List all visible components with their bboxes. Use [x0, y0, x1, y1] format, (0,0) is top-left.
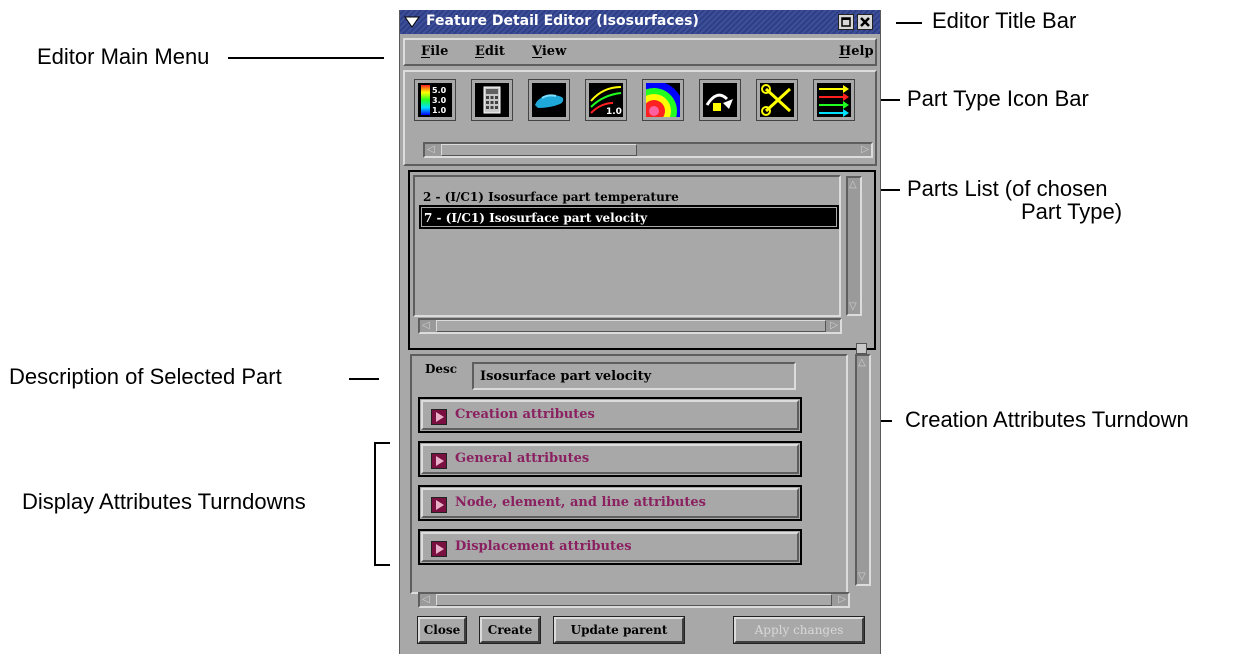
callout-line-icon-bar [880, 99, 900, 101]
close-button[interactable]: Close [417, 616, 467, 644]
scissors-clip-icon[interactable] [756, 79, 798, 121]
editor-main-menu: File Edit View Help [403, 38, 877, 66]
callout-part-type-icon-bar: Part Type Icon Bar [907, 86, 1089, 111]
attributes-hscrollbar[interactable]: ◁ ▷ [418, 592, 850, 608]
feature-detail-editor-window: Feature Detail Editor (Isosurfaces) File… [399, 10, 881, 654]
turndown-arrow-icon [431, 453, 447, 469]
menu-file-underline [421, 57, 430, 58]
window-menu-chevron-icon[interactable] [404, 16, 420, 28]
isosurface-arrow-icon[interactable] [699, 79, 741, 121]
callout-line-main-menu [228, 57, 384, 59]
turndown-arrow-icon [431, 497, 447, 513]
callout-creation-attributes-turndown: Creation Attributes Turndown [905, 407, 1189, 432]
attributes-vscrollbar[interactable]: △ ▽ [855, 354, 871, 586]
scroll-right-arrow-icon[interactable]: ▷ [830, 320, 838, 332]
attributes-scroll-thumb[interactable] [436, 594, 832, 606]
parts-list-vscrollbar[interactable]: △ ▽ [846, 176, 862, 316]
window-title: Feature Detail Editor (Isosurfaces) [426, 13, 699, 29]
turndown-label: Displacement attributes [455, 539, 632, 554]
general-attributes-turndown[interactable]: General attributes [418, 441, 802, 477]
car-model-icon[interactable] [528, 79, 570, 121]
callout-bracket-bottom [374, 564, 390, 566]
turndown-label: Creation attributes [455, 407, 595, 422]
turndown-frame: Displacement attributes [421, 532, 799, 562]
callout-editor-title-bar: Editor Title Bar [932, 8, 1077, 33]
callout-line-title-bar [896, 22, 922, 24]
close-icon [860, 17, 870, 27]
legend-value-low: 1.0 [432, 106, 447, 115]
menu-view-underline [532, 57, 542, 58]
attributes-panel-resize-handle[interactable] [856, 343, 867, 354]
menu-help-underline [839, 57, 849, 58]
scroll-left-arrow-icon[interactable]: ◁ [427, 144, 435, 156]
line-plot-icon[interactable]: 1.0 [585, 79, 627, 121]
update-parent-button[interactable]: Update parent [553, 616, 685, 644]
menu-edit-underline [475, 57, 484, 58]
turndown-frame: Creation attributes [421, 400, 799, 430]
node-element-line-attributes-turndown[interactable]: Node, element, and line attributes [418, 485, 802, 521]
streamline-icon[interactable] [813, 79, 855, 121]
parts-list-scroll-thumb[interactable] [436, 320, 826, 332]
turndown-frame: Node, element, and line attributes [421, 488, 799, 518]
callout-bracket-top [374, 442, 390, 444]
callout-description-selected-part: Description of Selected Part [9, 364, 282, 389]
callout-display-attributes-turndowns: Display Attributes Turndowns [22, 489, 306, 514]
calculator-icon[interactable] [471, 79, 513, 121]
scroll-up-arrow-icon[interactable]: △ [858, 357, 866, 369]
parts-list: 2 - (I/C1) Isosurface part temperature 7… [413, 175, 841, 317]
creation-attributes-turndown[interactable]: Creation attributes [418, 397, 802, 433]
scroll-right-arrow-icon[interactable]: ▷ [861, 144, 869, 156]
displacement-attributes-turndown[interactable]: Displacement attributes [418, 529, 802, 565]
callout-parts-list-line1: Parts List (of chosen [907, 176, 1108, 201]
callout-bracket-vertical [374, 442, 376, 566]
maximize-button[interactable] [838, 14, 854, 30]
turndown-arrow-icon [431, 541, 447, 557]
color-legend-icon[interactable]: 5.0 3.0 1.0 [414, 79, 456, 121]
turndown-label: Node, element, and line attributes [455, 495, 706, 510]
callout-line-description [349, 378, 379, 380]
icon-bar-hscrollbar[interactable]: ◁ ▷ [423, 142, 873, 158]
legend-value-mid: 3.0 [432, 96, 447, 105]
desc-field-value: Isosurface part velocity [480, 369, 652, 384]
scroll-down-arrow-icon[interactable]: ▽ [849, 301, 857, 313]
apply-changes-button[interactable]: Apply changes [733, 616, 865, 644]
list-item-selected[interactable]: 7 - (I/C1) Isosurface part velocity [419, 205, 839, 229]
parts-list-hscrollbar[interactable]: ◁ ▷ [418, 318, 842, 334]
desc-field[interactable]: Isosurface part velocity [472, 362, 796, 390]
legend-value-high: 5.0 [432, 86, 447, 95]
contour-icon[interactable] [642, 79, 684, 121]
desc-label: Desc [425, 362, 458, 376]
scroll-left-arrow-icon[interactable]: ◁ [422, 320, 430, 332]
scroll-left-arrow-icon[interactable]: ◁ [422, 594, 430, 606]
part-type-icon-bar: 5.0 3.0 1.0 1.0 ◁ ▷ [403, 70, 877, 166]
editor-title-bar[interactable]: Feature Detail Editor (Isosurfaces) [400, 10, 880, 34]
plot-value-label: 1.0 [606, 107, 622, 117]
callout-editor-main-menu: Editor Main Menu [37, 44, 210, 69]
scroll-up-arrow-icon[interactable]: △ [849, 179, 857, 191]
turndown-arrow-icon [431, 409, 447, 425]
scroll-down-arrow-icon[interactable]: ▽ [858, 571, 866, 583]
list-item[interactable]: 2 - (I/C1) Isosurface part temperature [421, 187, 835, 207]
close-window-button[interactable] [857, 14, 873, 30]
create-button[interactable]: Create [479, 616, 541, 644]
scroll-right-arrow-icon[interactable]: ▷ [838, 594, 846, 606]
icon-bar-scroll-thumb[interactable] [441, 144, 637, 156]
callout-line-parts-list [880, 189, 900, 191]
maximize-icon [841, 17, 851, 27]
turndown-frame: General attributes [421, 444, 799, 474]
turndown-label: General attributes [455, 451, 590, 466]
callout-parts-list-line2: Part Type) [1021, 199, 1123, 224]
